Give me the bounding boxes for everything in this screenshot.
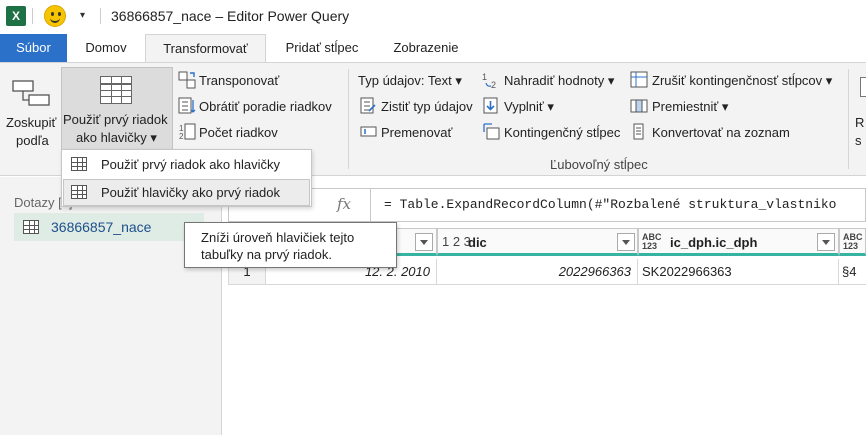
group-by-icon	[12, 80, 50, 106]
formula-input[interactable]: = Table.ExpandRecordColumn(#"Rozbalené s…	[384, 197, 836, 212]
tooltip-text: Zníži úroveň hlavičiek tejto tabuľky na …	[201, 230, 355, 262]
table-icon	[71, 157, 87, 171]
reverse-rows-label: Obrátiť poradie riadkov	[199, 99, 332, 114]
cut-off-label-2: s	[855, 133, 862, 148]
any-type-icon[interactable]: ABC 123	[843, 233, 865, 251]
reverse-rows-icon	[178, 97, 196, 114]
reverse-rows-button[interactable]: Obrátiť poradie riadkov	[176, 97, 346, 117]
unpivot-columns-label: Zrušiť kontingenčnosť stĺpcov ▾	[652, 73, 833, 88]
fx-icon[interactable]: fx	[337, 195, 351, 213]
transpose-button[interactable]: Transponovať	[176, 71, 296, 91]
pivot-column-icon	[483, 123, 500, 140]
move-icon	[630, 99, 648, 113]
count-rows-icon: 1 2	[179, 123, 196, 141]
table-icon	[100, 76, 132, 104]
rename-icon	[360, 126, 377, 137]
fill-button[interactable]: Vyplniť ▾	[480, 97, 570, 117]
cut-off-icon	[860, 77, 866, 97]
number-type-icon[interactable]: 1 2 3	[442, 234, 471, 249]
group-label-any-column: Ľubovoľný stĺpec	[550, 157, 648, 172]
use-first-row-label-line1: Použiť prvý riadok	[63, 112, 168, 127]
fill-down-icon	[483, 97, 498, 114]
pivot-column-label: Kontingenčný stĺpec	[504, 125, 621, 140]
svg-text:2: 2	[491, 80, 496, 89]
table-icon	[23, 220, 39, 234]
group-by-button[interactable]: Zoskupiť podľa	[4, 69, 58, 151]
query-item-label: 36866857_nace	[51, 219, 152, 235]
queries-pane: Dotazy [1] 36866857_nace	[0, 177, 222, 435]
group-separator	[348, 69, 349, 169]
replace-values-button[interactable]: 1 2 Nahradiť hodnoty ▾	[480, 71, 625, 91]
formula-bar: fx = Table.ExpandRecordColumn(#"Rozbalen…	[228, 188, 866, 222]
column-header-label: ic_dph.ic_dph	[670, 235, 758, 250]
menu-item-label: Použiť prvý riadok ako hlavičky	[101, 157, 281, 172]
use-first-row-as-headers-button[interactable]: Použiť prvý riadok ako hlavičky ▾	[61, 67, 173, 151]
excel-icon-letter: X	[11, 9, 20, 23]
pivot-column-button[interactable]: Kontingenčný stĺpec	[480, 123, 625, 143]
detect-type-icon	[360, 97, 376, 114]
svg-text:1: 1	[482, 72, 487, 82]
use-first-row-dropdown-menu: Použiť prvý riadok ako hlavičky Použiť h…	[61, 149, 312, 207]
column-header-label: dic	[468, 235, 487, 250]
title-bar: X ▾ 36866857_nace – Editor Power Query	[0, 0, 866, 32]
replace-values-label: Nahradiť hodnoty ▾	[504, 73, 615, 88]
query-item[interactable]: 36866857_nace	[14, 213, 204, 241]
convert-to-list-label: Konvertovať na zoznam	[652, 125, 790, 140]
column-filter-dropdown-icon[interactable]	[817, 233, 835, 251]
quick-access-dropdown-icon[interactable]: ▾	[80, 10, 85, 21]
unpivot-icon	[630, 71, 648, 88]
column-header-cut[interactable]: ABC 123	[839, 228, 866, 256]
convert-to-list-button[interactable]: Konvertovať na zoznam	[630, 123, 800, 143]
ribbon-tabs: Súbor Domov Transformovať Pridať stĺpec …	[0, 34, 866, 63]
divider	[32, 8, 33, 24]
group-separator	[848, 69, 849, 169]
group-by-label-line1: Zoskupiť	[6, 115, 57, 130]
tab-home[interactable]: Domov	[74, 34, 138, 62]
transpose-label: Transponovať	[199, 73, 280, 88]
tab-view[interactable]: Zobrazenie	[384, 34, 468, 62]
count-rows-label: Počet riadkov	[199, 125, 278, 140]
tab-transform[interactable]: Transformovať	[145, 34, 266, 63]
tab-file[interactable]: Súbor	[0, 34, 67, 62]
table-cell[interactable]: 2022966363	[437, 259, 638, 285]
transpose-icon	[178, 71, 196, 89]
replace-values-icon: 1 2	[482, 72, 496, 89]
column-filter-dropdown-icon[interactable]	[415, 233, 433, 251]
unpivot-columns-button[interactable]: Zrušiť kontingenčnosť stĺpcov ▾	[630, 71, 845, 91]
convert-to-list-icon	[633, 123, 644, 140]
divider	[100, 8, 101, 24]
column-filter-dropdown-icon[interactable]	[617, 233, 635, 251]
move-label: Premiestniť ▾	[652, 99, 729, 114]
tooltip: Zníži úroveň hlavičiek tejto tabuľky na …	[184, 222, 397, 268]
cut-off-label-1: R	[855, 115, 865, 130]
move-button[interactable]: Premiestniť ▾	[630, 97, 740, 117]
tab-add-column[interactable]: Pridať stĺpec	[272, 34, 372, 62]
column-header-dic[interactable]: 1 2 3 dic	[437, 228, 638, 256]
count-rows-button[interactable]: 1 2 Počet riadkov	[176, 123, 296, 143]
data-type-label: Typ údajov: Text ▾	[358, 73, 462, 88]
feedback-smiley-icon[interactable]	[44, 5, 66, 27]
column-header-ic-dph[interactable]: ABC 123 ic_dph.ic_dph	[638, 228, 839, 256]
window-title: 36866857_nace – Editor Power Query	[111, 8, 350, 24]
table-cell[interactable]: §4	[839, 259, 866, 285]
menu-item-use-first-row-as-headers[interactable]: Použiť prvý riadok ako hlavičky	[63, 151, 310, 178]
rename-button[interactable]: Premenovať	[358, 123, 458, 143]
fill-label: Vyplniť ▾	[504, 99, 554, 114]
svg-text:2: 2	[179, 132, 184, 141]
any-type-icon[interactable]: ABC 123	[642, 233, 664, 251]
use-first-row-label-line2: ako hlavičky ▾	[76, 130, 157, 145]
rename-label: Premenovať	[381, 125, 453, 140]
table-cell[interactable]: SK2022966363	[638, 259, 839, 285]
menu-item-use-headers-as-first-row[interactable]: Použiť hlavičky ako prvý riadok	[63, 179, 310, 206]
menu-item-label: Použiť hlavičky ako prvý riadok	[101, 185, 281, 200]
detect-data-type-label: Zistiť typ údajov	[381, 99, 473, 114]
detect-data-type-button[interactable]: Zistiť typ údajov	[358, 97, 478, 117]
excel-icon[interactable]: X	[6, 6, 26, 26]
group-by-label-line2: podľa	[16, 133, 49, 148]
table-icon	[71, 185, 87, 199]
data-type-dropdown[interactable]: Typ údajov: Text ▾	[358, 71, 470, 91]
